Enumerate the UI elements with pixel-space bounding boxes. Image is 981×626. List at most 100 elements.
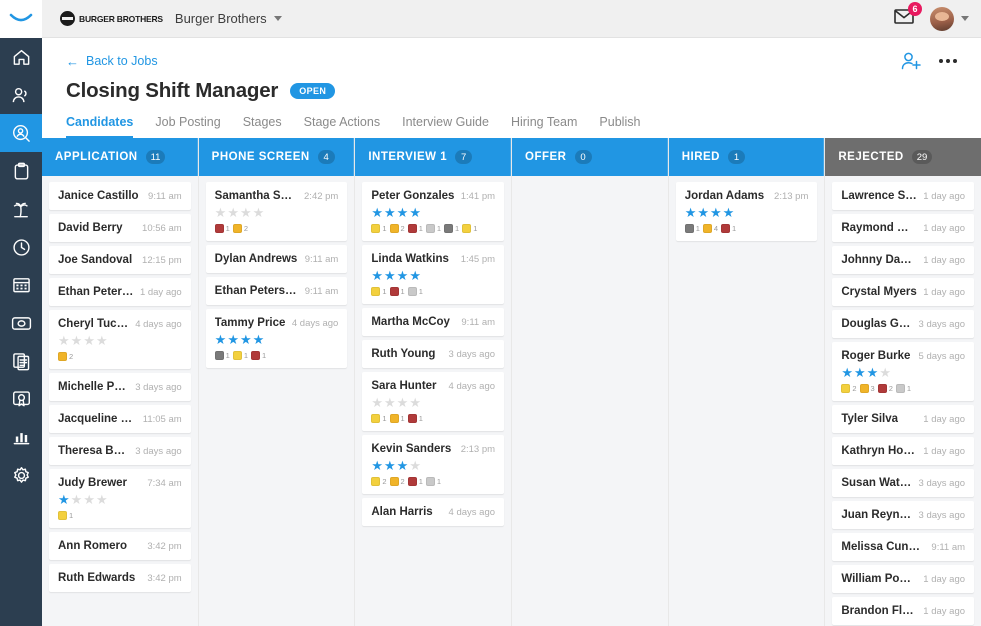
column-header[interactable]: REJECTED29 (825, 138, 981, 176)
candidate-card[interactable]: Ruth Edwards3:42 pm (49, 564, 191, 592)
chevron-down-icon[interactable] (961, 16, 969, 21)
candidate-card[interactable]: Ethan Peterson9:11 am (206, 277, 348, 305)
rail-item-time-off[interactable] (0, 190, 42, 228)
star-icon[interactable]: ★ (384, 459, 396, 472)
star-icon[interactable]: ★ (397, 206, 409, 219)
column-card-list[interactable]: Samantha Scott2:42 pm★★★★12 Dylan Andrews… (199, 176, 355, 626)
star-icon[interactable]: ★ (240, 206, 252, 219)
candidate-card[interactable]: Crystal Myers1 day ago (832, 278, 974, 306)
column-header[interactable]: APPLICATION11 (42, 138, 198, 176)
rail-item-documents[interactable] (0, 342, 42, 380)
candidate-card[interactable]: Martha McCoy9:11 am (362, 308, 504, 336)
column-card-list[interactable] (512, 176, 668, 626)
rating-stars[interactable]: ★★★★ (841, 366, 965, 379)
star-icon[interactable]: ★ (879, 366, 891, 379)
rail-item-recruiting[interactable] (0, 114, 42, 152)
candidate-card[interactable]: Jordan Adams2:13 pm★★★★141 (676, 182, 818, 241)
tab-job-posting[interactable]: Job Posting (155, 115, 220, 138)
chevron-down-icon[interactable] (274, 16, 282, 21)
star-icon[interactable]: ★ (58, 334, 70, 347)
column-header[interactable]: HIRED1 (669, 138, 825, 176)
candidate-card[interactable]: Cheryl Tucker4 days ago★★★★2 (49, 310, 191, 369)
star-icon[interactable]: ★ (710, 206, 722, 219)
star-icon[interactable]: ★ (253, 206, 265, 219)
candidate-card[interactable]: Ruth Young3 days ago (362, 340, 504, 368)
star-icon[interactable]: ★ (685, 206, 697, 219)
candidate-card[interactable]: Kevin Sanders2:13 pm★★★★2211 (362, 435, 504, 494)
star-icon[interactable]: ★ (697, 206, 709, 219)
rail-item-people[interactable] (0, 76, 42, 114)
star-icon[interactable]: ★ (397, 459, 409, 472)
star-icon[interactable]: ★ (96, 334, 108, 347)
candidate-card[interactable]: Douglas Gomez3 days ago (832, 310, 974, 338)
star-icon[interactable]: ★ (409, 459, 421, 472)
candidate-card[interactable]: Joe Sandoval12:15 pm (49, 246, 191, 274)
candidate-card[interactable]: Roger Burke5 days ago★★★★2321 (832, 342, 974, 401)
rating-stars[interactable]: ★★★★ (685, 206, 809, 219)
star-icon[interactable]: ★ (240, 333, 252, 346)
star-icon[interactable]: ★ (71, 334, 83, 347)
rating-stars[interactable]: ★★★★ (215, 333, 339, 346)
candidate-card[interactable]: Sara Hunter4 days ago★★★★111 (362, 372, 504, 431)
candidate-card[interactable]: Kathryn Holmes1 day ago (832, 437, 974, 465)
star-icon[interactable]: ★ (841, 366, 853, 379)
star-icon[interactable]: ★ (227, 333, 239, 346)
star-icon[interactable]: ★ (397, 269, 409, 282)
column-header[interactable]: OFFER0 (512, 138, 668, 176)
candidate-card[interactable]: Judy Brewer7:34 am★★★★1 (49, 469, 191, 528)
column-card-list[interactable]: Lawrence Smith1 day ago Raymond Garrett1 … (825, 176, 981, 626)
candidate-card[interactable]: William Powell1 day ago (832, 565, 974, 593)
candidate-card[interactable]: Raymond Garrett1 day ago (832, 214, 974, 242)
tab-interview-guide[interactable]: Interview Guide (402, 115, 489, 138)
candidate-card[interactable]: Theresa Baker3 days ago (49, 437, 191, 465)
candidate-card[interactable]: Johnny Daniels1 day ago (832, 246, 974, 274)
star-icon[interactable]: ★ (83, 493, 95, 506)
star-icon[interactable]: ★ (96, 493, 108, 506)
rail-item-home[interactable] (0, 38, 42, 76)
star-icon[interactable]: ★ (371, 396, 383, 409)
star-icon[interactable]: ★ (384, 206, 396, 219)
star-icon[interactable]: ★ (384, 396, 396, 409)
candidate-card[interactable]: David Berry10:56 am (49, 214, 191, 242)
more-horizontal-icon[interactable] (939, 59, 957, 63)
rail-item-time-tracking[interactable] (0, 228, 42, 266)
app-logo[interactable] (0, 0, 42, 38)
avatar[interactable] (930, 7, 954, 31)
back-to-jobs-link[interactable]: ← Back to Jobs (66, 54, 158, 68)
rating-stars[interactable]: ★★★★ (371, 269, 495, 282)
star-icon[interactable]: ★ (215, 206, 227, 219)
column-header[interactable]: PHONE SCREEN4 (199, 138, 355, 176)
candidate-card[interactable]: Dylan Andrews9:11 am (206, 245, 348, 273)
rating-stars[interactable]: ★★★★ (371, 206, 495, 219)
candidate-card[interactable]: Alan Harris4 days ago (362, 498, 504, 526)
star-icon[interactable]: ★ (409, 269, 421, 282)
candidate-card[interactable]: Ann Romero3:42 pm (49, 532, 191, 560)
candidate-card[interactable]: Lawrence Smith1 day ago (832, 182, 974, 210)
star-icon[interactable]: ★ (867, 366, 879, 379)
column-card-list[interactable]: Janice Castillo9:11 am David Berry10:56 a… (42, 176, 198, 626)
rail-item-reports[interactable] (0, 418, 42, 456)
star-icon[interactable]: ★ (83, 334, 95, 347)
column-card-list[interactable]: Peter Gonzales1:41 pm★★★★121111Linda Wat… (355, 176, 511, 626)
rail-item-training[interactable] (0, 380, 42, 418)
star-icon[interactable]: ★ (371, 459, 383, 472)
rail-item-tasks[interactable] (0, 152, 42, 190)
tab-publish[interactable]: Publish (599, 115, 640, 138)
star-icon[interactable]: ★ (227, 206, 239, 219)
candidate-card[interactable]: Samantha Scott2:42 pm★★★★12 (206, 182, 348, 241)
candidate-card[interactable]: Michelle Porter3 days ago (49, 373, 191, 401)
rating-stars[interactable]: ★★★★ (58, 493, 182, 506)
rating-stars[interactable]: ★★★★ (371, 459, 495, 472)
tab-stage-actions[interactable]: Stage Actions (304, 115, 380, 138)
column-header[interactable]: INTERVIEW 17 (355, 138, 511, 176)
candidate-card[interactable]: Tyler Silva1 day ago (832, 405, 974, 433)
candidate-card[interactable]: Janice Castillo9:11 am (49, 182, 191, 210)
candidate-card[interactable]: Tammy Price4 days ago★★★★111 (206, 309, 348, 368)
candidate-card[interactable]: Linda Watkins1:45 pm★★★★111 (362, 245, 504, 304)
star-icon[interactable]: ★ (409, 206, 421, 219)
candidate-card[interactable]: Ethan Peterson1 day ago (49, 278, 191, 306)
star-icon[interactable]: ★ (371, 206, 383, 219)
star-icon[interactable]: ★ (371, 269, 383, 282)
column-card-list[interactable]: Jordan Adams2:13 pm★★★★141 (669, 176, 825, 626)
rating-stars[interactable]: ★★★★ (371, 396, 495, 409)
